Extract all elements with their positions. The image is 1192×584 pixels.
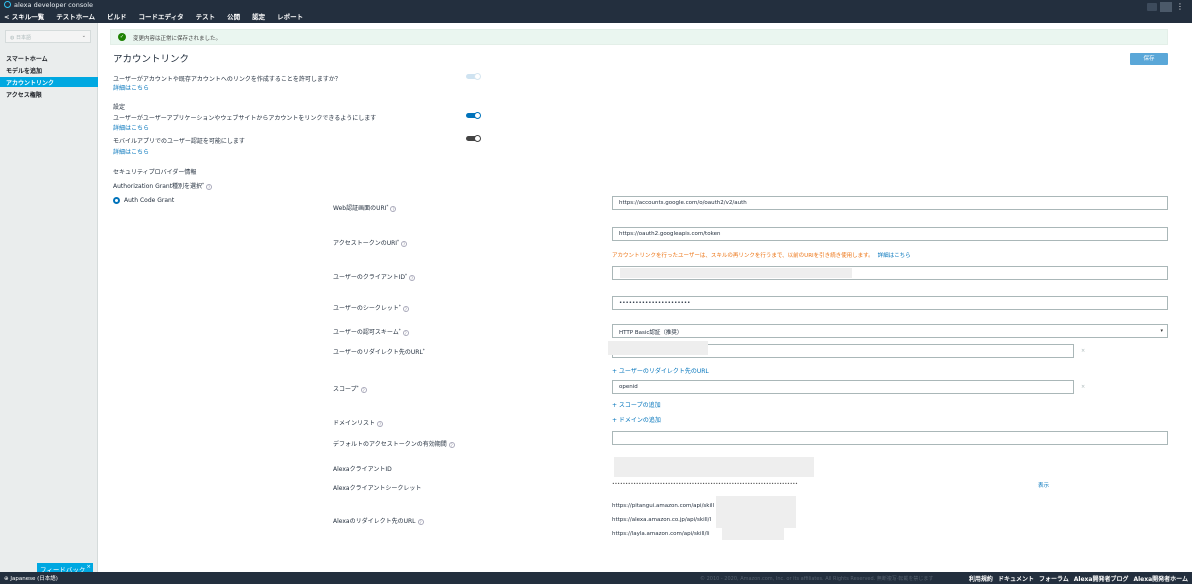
help-icon[interactable]: ? xyxy=(402,330,409,336)
auth-code-grant-radio[interactable] xyxy=(113,197,120,204)
scope-label: スコープ*? xyxy=(333,385,367,393)
footer-bar: ⊕ Japanese (日本語) © 2010 - 2020, Amazon.c… xyxy=(0,572,1192,584)
alexa-redirect-label: Alexaのリダイレクト先のURL? xyxy=(333,518,424,525)
add-domain-link[interactable]: + ドメインの追加 xyxy=(612,415,661,424)
auth-scheme-label: ユーザーの認可スキーム*? xyxy=(333,328,409,336)
help-icon[interactable]: ? xyxy=(390,206,397,212)
alexa-redirect-url-3: https://layla.amazon.com/api/skill/li xyxy=(612,531,710,537)
top-bar: alexa developer console < スキル一覧 テストホーム ビ… xyxy=(0,0,1192,25)
help-icon[interactable]: ? xyxy=(417,519,424,525)
account-avatar[interactable] xyxy=(1160,2,1172,12)
add-redirect-url-link[interactable]: + ユーザーのリダイレクト先のURL xyxy=(612,366,709,375)
show-secret-link[interactable]: 表示 xyxy=(1038,481,1049,489)
auth-uri-input[interactable]: https://accounts.google.com/o/oauth2/v2/… xyxy=(612,196,1168,210)
details-link-2[interactable]: 詳細はこちら xyxy=(113,123,149,132)
allow-linking-label: ユーザーがアカウントや既存アカウントへのリンクを作成することを許可しますか？ xyxy=(113,76,341,83)
help-icon[interactable]: ? xyxy=(402,306,409,312)
scope-input[interactable]: openid xyxy=(612,380,1074,394)
nav-reports[interactable]: レポート xyxy=(277,11,303,25)
app-title[interactable]: alexa developer console xyxy=(4,1,93,9)
remove-icon[interactable]: × xyxy=(1081,384,1085,390)
redacted-client-id xyxy=(620,268,852,278)
help-icon[interactable]: ? xyxy=(206,184,213,190)
add-scope-link[interactable]: + スコープの追加 xyxy=(612,400,661,409)
mobile-auth-toggle[interactable] xyxy=(466,134,481,142)
footer-language-selector[interactable]: ⊕ Japanese (日本語) xyxy=(4,574,58,582)
page-title: アカウントリンク xyxy=(113,54,190,65)
footer-link-docs[interactable]: ドキュメント xyxy=(998,574,1034,583)
redacted-alexa-client-id xyxy=(614,457,814,477)
default-token-label: デフォルトのアクセストークンの有効期間? xyxy=(333,441,455,448)
footer-link-forum[interactable]: フォーラム xyxy=(1039,574,1069,583)
help-icon[interactable]: ? xyxy=(409,275,416,281)
client-id-label: ユーザーのクライアントID*? xyxy=(333,273,416,281)
domain-list-label: ドメインリスト? xyxy=(333,420,384,427)
search-icon[interactable] xyxy=(1147,3,1157,11)
nav-test[interactable]: テスト xyxy=(196,11,216,25)
remove-icon[interactable]: × xyxy=(1081,348,1085,354)
help-icon[interactable]: ? xyxy=(401,241,408,247)
footer-link-dev-home[interactable]: Alexa開発者ホーム xyxy=(1133,574,1188,583)
help-icon[interactable]: ? xyxy=(360,387,367,393)
nav-certification[interactable]: 認定 xyxy=(252,11,265,25)
auth-code-grant-label: Auth Code Grant xyxy=(124,197,175,204)
close-icon[interactable]: × xyxy=(86,564,91,570)
footer-links: 利用規約 ドキュメント フォーラム Alexa開発者ブログ Alexa開発者ホー… xyxy=(964,574,1188,583)
alexa-logo-icon xyxy=(4,1,11,8)
token-warning: アカウントリンクを行ったユーザーは、スキルの再リンクを行うまで、以前のURIを引… xyxy=(612,253,911,259)
save-button[interactable]: 保存 xyxy=(1130,53,1168,65)
more-menu-icon[interactable]: ⋮ xyxy=(1176,3,1184,11)
client-secret-label: ユーザーのシークレット*? xyxy=(333,304,409,312)
banner-message: 変更内容は正常に保存されました。 xyxy=(133,36,222,42)
check-circle-icon: ✓ xyxy=(118,33,126,41)
sidebar-item-add-model[interactable]: モデルを追加 xyxy=(0,65,98,75)
footer-link-terms[interactable]: 利用規約 xyxy=(969,574,993,583)
mobile-auth-label: モバイルアプリでのユーザー認証を可能にします xyxy=(113,138,245,145)
language-select[interactable]: ◍ 日本語 ⌄ xyxy=(5,30,91,43)
alexa-redirect-url-2: https://alexa.amazon.co.jp/api/skill/l xyxy=(612,517,712,523)
copyright-text: © 2010 - 2020, Amazon.com, Inc. or its a… xyxy=(700,576,934,582)
allow-linking-toggle[interactable] xyxy=(466,72,481,80)
sidebar-item-account-linking[interactable]: アカウントリンク xyxy=(0,77,98,87)
default-token-input[interactable] xyxy=(612,431,1168,445)
auth-uri-label: Web認証画面のURI*? xyxy=(333,204,397,212)
success-banner: ✓ 変更内容は正常に保存されました。 xyxy=(110,29,1168,45)
alexa-secret-value: ••••••••••••••••••••••••••••••••••••••••… xyxy=(612,482,798,487)
nav-publish[interactable]: 公開 xyxy=(227,11,240,25)
alexa-redirect-url-1: https://pitangui.amazon.com/api/skill xyxy=(612,503,715,509)
redacted-redirect-url xyxy=(608,341,708,355)
allow-app-link-label: ユーザーがユーザーアプリケーションやウェブサイトからアカウントをリンクできるよう… xyxy=(113,115,377,122)
sidebar-item-permissions[interactable]: アクセス権限 xyxy=(0,89,98,99)
chevron-down-icon: ⌄ xyxy=(81,33,86,39)
sidebar: ◍ 日本語 ⌄ スマートホーム モデルを追加 アカウントリンク アクセス権限 xyxy=(0,23,98,572)
sidebar-item-smart-home[interactable]: スマートホーム xyxy=(0,53,98,63)
caret-down-icon: ▾ xyxy=(1160,328,1163,334)
redacted-alexa-redirect-url-2 xyxy=(722,516,784,540)
allow-app-link-toggle[interactable] xyxy=(466,111,481,119)
client-secret-input[interactable]: •••••••••••••••••••••• xyxy=(612,296,1168,310)
alexa-client-id-label: AlexaクライアントID xyxy=(333,466,392,473)
token-uri-input[interactable]: https://oauth2.googleapis.com/token xyxy=(612,227,1168,241)
details-link-1[interactable]: 詳細はこちら xyxy=(113,83,149,92)
nav-build[interactable]: ビルド xyxy=(107,11,127,25)
alexa-secret-label: Alexaクライアントシークレット xyxy=(333,485,422,492)
settings-heading: 設定 xyxy=(113,104,126,111)
redirect-url-label: ユーザーのリダイレクト先のURL* xyxy=(333,348,425,356)
auth-scheme-select[interactable]: HTTP Basic認証（推奨） ▾ xyxy=(612,324,1168,338)
nav-code-editor[interactable]: コードエディタ xyxy=(139,11,184,25)
token-warning-link[interactable]: 詳細はこちら xyxy=(878,253,911,259)
grant-type-label: Authorization Grant種別を選択*? xyxy=(113,182,213,190)
details-link-3[interactable]: 詳細はこちら xyxy=(113,147,149,156)
token-uri-label: アクセストークンのURI*? xyxy=(333,239,408,247)
help-icon[interactable]: ? xyxy=(448,442,455,448)
security-provider-heading: セキュリティプロバイダー情報 xyxy=(113,169,197,176)
footer-link-blog[interactable]: Alexa開発者ブログ xyxy=(1074,574,1129,583)
top-icons: ⋮ xyxy=(1144,2,1184,12)
help-icon[interactable]: ? xyxy=(377,421,384,427)
